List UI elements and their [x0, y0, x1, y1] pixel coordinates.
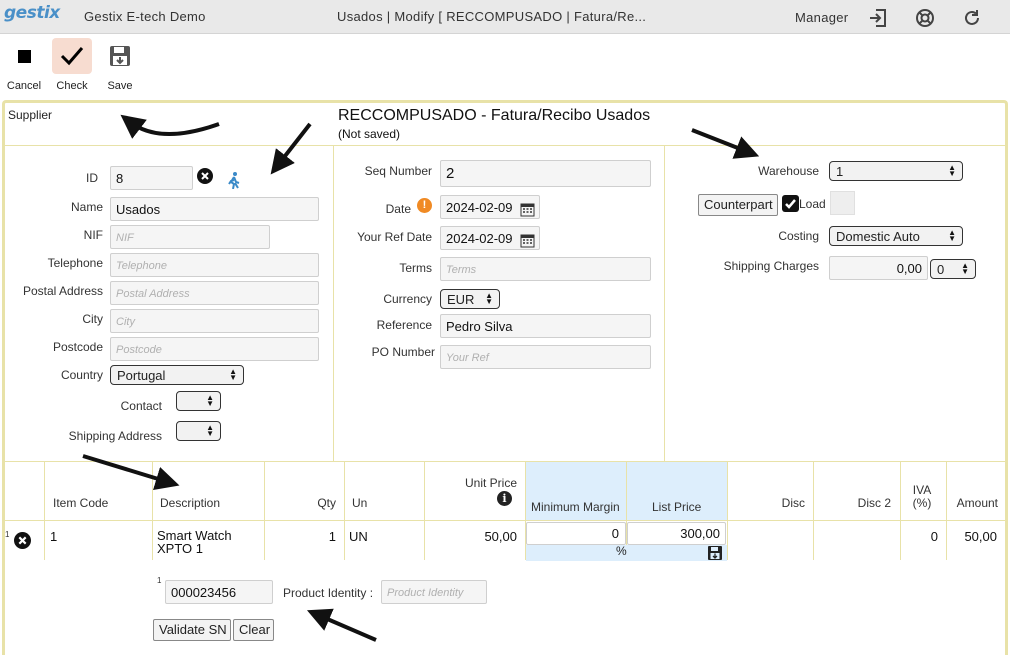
annotation-arrows [82, 114, 760, 642]
arrow-annotation [120, 114, 220, 139]
arrow-annotation [270, 122, 312, 175]
arrow-annotation [691, 128, 760, 159]
arrow-annotation [306, 608, 377, 642]
arrow-annotation [82, 454, 180, 490]
